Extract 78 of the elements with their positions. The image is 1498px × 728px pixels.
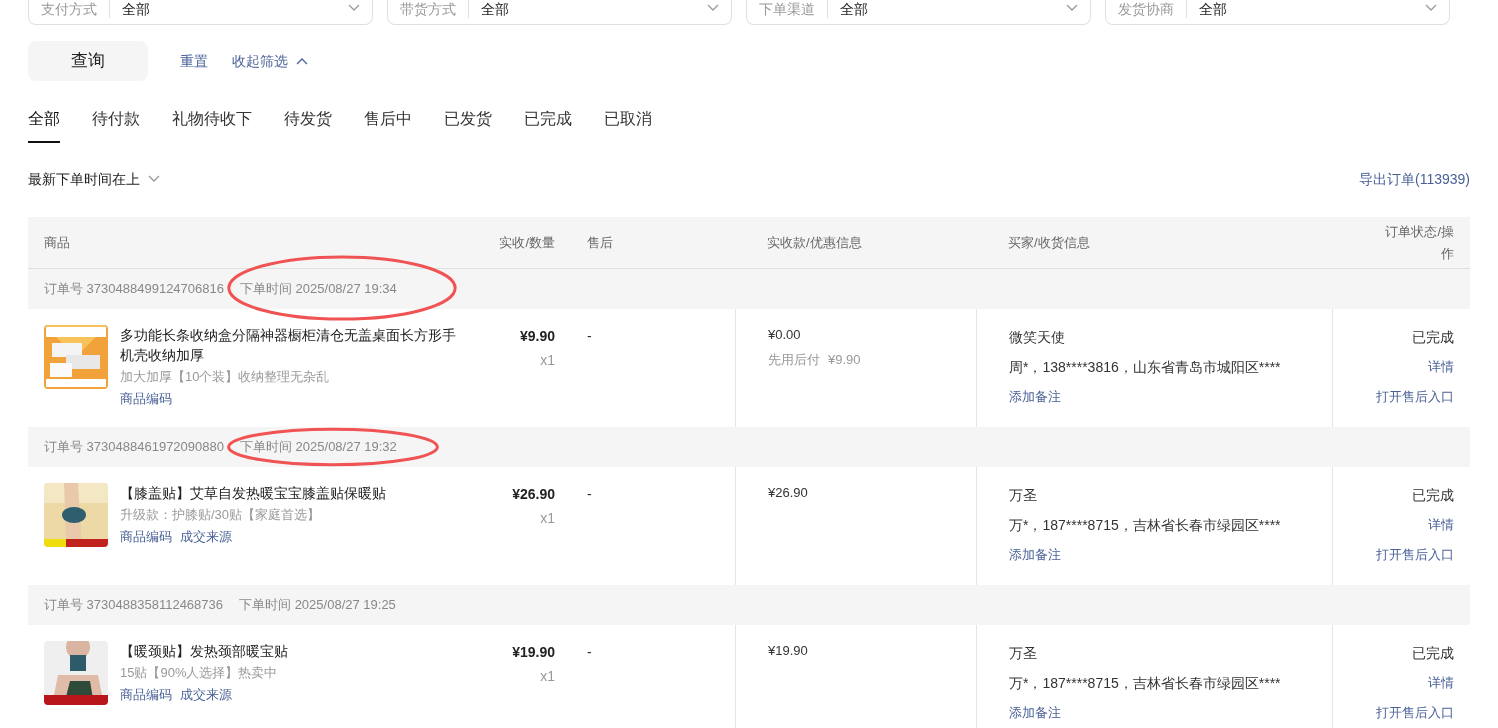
product-spec: 加大加厚【10个装】收纳整理无杂乱 bbox=[120, 368, 331, 386]
column-header: 实收/数量 bbox=[499, 233, 555, 252]
order-action-link[interactable]: 详情 bbox=[1428, 672, 1454, 694]
quantity: x1 bbox=[540, 351, 555, 370]
order-status: 已完成 bbox=[1412, 486, 1454, 505]
status-tab[interactable]: 已取消 bbox=[604, 105, 652, 143]
product-link[interactable]: 商品编码 bbox=[120, 527, 172, 547]
add-note-link[interactable]: 添加备注 bbox=[1009, 702, 1061, 724]
chevron-down-icon bbox=[1425, 4, 1437, 12]
shipping-address: 万*，187****8715，吉林省长春市绿园区**** bbox=[1009, 674, 1282, 693]
product-spec: 15贴【90%人选择】热卖中 bbox=[120, 664, 279, 682]
filter-select[interactable]: 带货方式 全部 bbox=[387, 0, 732, 25]
status-tab[interactable]: 已完成 bbox=[524, 105, 572, 143]
sort-dropdown[interactable]: 最新下单时间在上 bbox=[28, 169, 160, 189]
product-title: 【膝盖贴】艾草自发热暖宝宝膝盖贴保暖贴 bbox=[120, 484, 386, 503]
status-tab[interactable]: 售后中 bbox=[364, 105, 412, 143]
product-link[interactable]: 成交来源 bbox=[180, 685, 232, 705]
paid-amount: ¥0.00 bbox=[768, 326, 802, 344]
status-tab[interactable]: 待付款 bbox=[92, 105, 140, 143]
chevron-down-icon bbox=[1066, 4, 1078, 12]
price: ¥26.90 bbox=[512, 485, 555, 504]
chevron-down-icon bbox=[148, 175, 160, 183]
buyer-name: 万圣 bbox=[1009, 486, 1038, 505]
price: ¥9.90 bbox=[519, 327, 555, 346]
order-action-link[interactable]: 打开售后入口 bbox=[1376, 544, 1454, 566]
discount-amount: ¥9.90 bbox=[828, 350, 861, 369]
filter-select[interactable]: 支付方式 全部 bbox=[28, 0, 373, 25]
buyer-name: 万圣 bbox=[1009, 644, 1038, 663]
product-title: 【暖颈贴】发热颈部暖宝贴 bbox=[120, 642, 288, 661]
export-orders-link[interactable]: 导出订单(113939) bbox=[1359, 169, 1470, 189]
status-tab[interactable]: 礼物待收下 bbox=[172, 105, 252, 143]
quantity: x1 bbox=[540, 509, 555, 528]
chevron-down-icon bbox=[348, 4, 360, 12]
quantity: x1 bbox=[540, 667, 555, 686]
discount-label: 先用后付 bbox=[768, 350, 820, 369]
shipping-address: 万*，187****8715，吉林省长春市绿园区**** bbox=[1009, 516, 1282, 535]
status-tab[interactable]: 待发货 bbox=[284, 105, 332, 143]
chevron-down-icon bbox=[707, 4, 719, 12]
query-button[interactable]: 查询 bbox=[28, 41, 148, 81]
paid-amount: ¥26.90 bbox=[768, 484, 809, 502]
product-link[interactable]: 商品编码 bbox=[120, 389, 172, 409]
order-number: 订单号 3730488499124706816 bbox=[44, 280, 224, 299]
order-time: 下单时间 2025/08/27 19:25 bbox=[239, 597, 396, 613]
order-number: 订单号 3730488461972090880 bbox=[44, 438, 224, 457]
product-spec: 升级款：护膝贴/30贴【家庭首选】 bbox=[120, 506, 322, 524]
product-title: 多功能长条收纳盒分隔神器橱柜清仓无盖桌面长方形手机壳收纳加厚 bbox=[120, 326, 457, 365]
order-action-link[interactable]: 打开售后入口 bbox=[1376, 386, 1454, 408]
add-note-link[interactable]: 添加备注 bbox=[1009, 386, 1061, 408]
shipping-address: 周*，138****3816，山东省青岛市城阳区**** bbox=[1009, 358, 1282, 377]
product-link[interactable]: 成交来源 bbox=[180, 527, 232, 547]
order-action-link[interactable]: 详情 bbox=[1428, 356, 1454, 378]
paid-amount: ¥19.90 bbox=[768, 642, 809, 660]
status-tab[interactable]: 全部 bbox=[28, 105, 60, 143]
status-tab[interactable]: 已发货 bbox=[444, 105, 492, 143]
after-sale-value: - bbox=[587, 644, 592, 660]
buyer-name: 微笑天使 bbox=[1009, 328, 1066, 347]
product-link[interactable]: 商品编码 bbox=[120, 685, 172, 705]
collapse-filters-button[interactable]: 收起筛选 bbox=[232, 51, 308, 71]
order-time: 下单时间 2025/08/27 19:34 bbox=[240, 281, 397, 297]
column-header: 售后 bbox=[587, 233, 613, 252]
filter-select[interactable]: 发货协商 全部 bbox=[1105, 0, 1450, 25]
order-status: 已完成 bbox=[1412, 328, 1454, 347]
column-header: 商品 bbox=[44, 233, 70, 252]
order-action-link[interactable]: 详情 bbox=[1428, 514, 1454, 536]
order-action-link[interactable]: 打开售后入口 bbox=[1376, 702, 1454, 724]
order-status: 已完成 bbox=[1412, 644, 1454, 663]
price: ¥19.90 bbox=[512, 643, 555, 662]
filter-select[interactable]: 下单渠道 全部 bbox=[746, 0, 1091, 25]
column-header: 订单状态/操作 bbox=[1384, 222, 1454, 263]
column-header: 买家/收货信息 bbox=[1008, 233, 1090, 252]
column-header: 实收款/优惠信息 bbox=[767, 233, 862, 252]
after-sale-value: - bbox=[587, 486, 592, 502]
after-sale-value: - bbox=[587, 328, 592, 344]
chevron-up-icon bbox=[296, 57, 308, 65]
order-number: 订单号 3730488358112468736 bbox=[44, 596, 224, 615]
reset-link[interactable]: 重置 bbox=[180, 51, 208, 71]
add-note-link[interactable]: 添加备注 bbox=[1009, 544, 1061, 566]
order-time: 下单时间 2025/08/27 19:32 bbox=[240, 439, 397, 455]
